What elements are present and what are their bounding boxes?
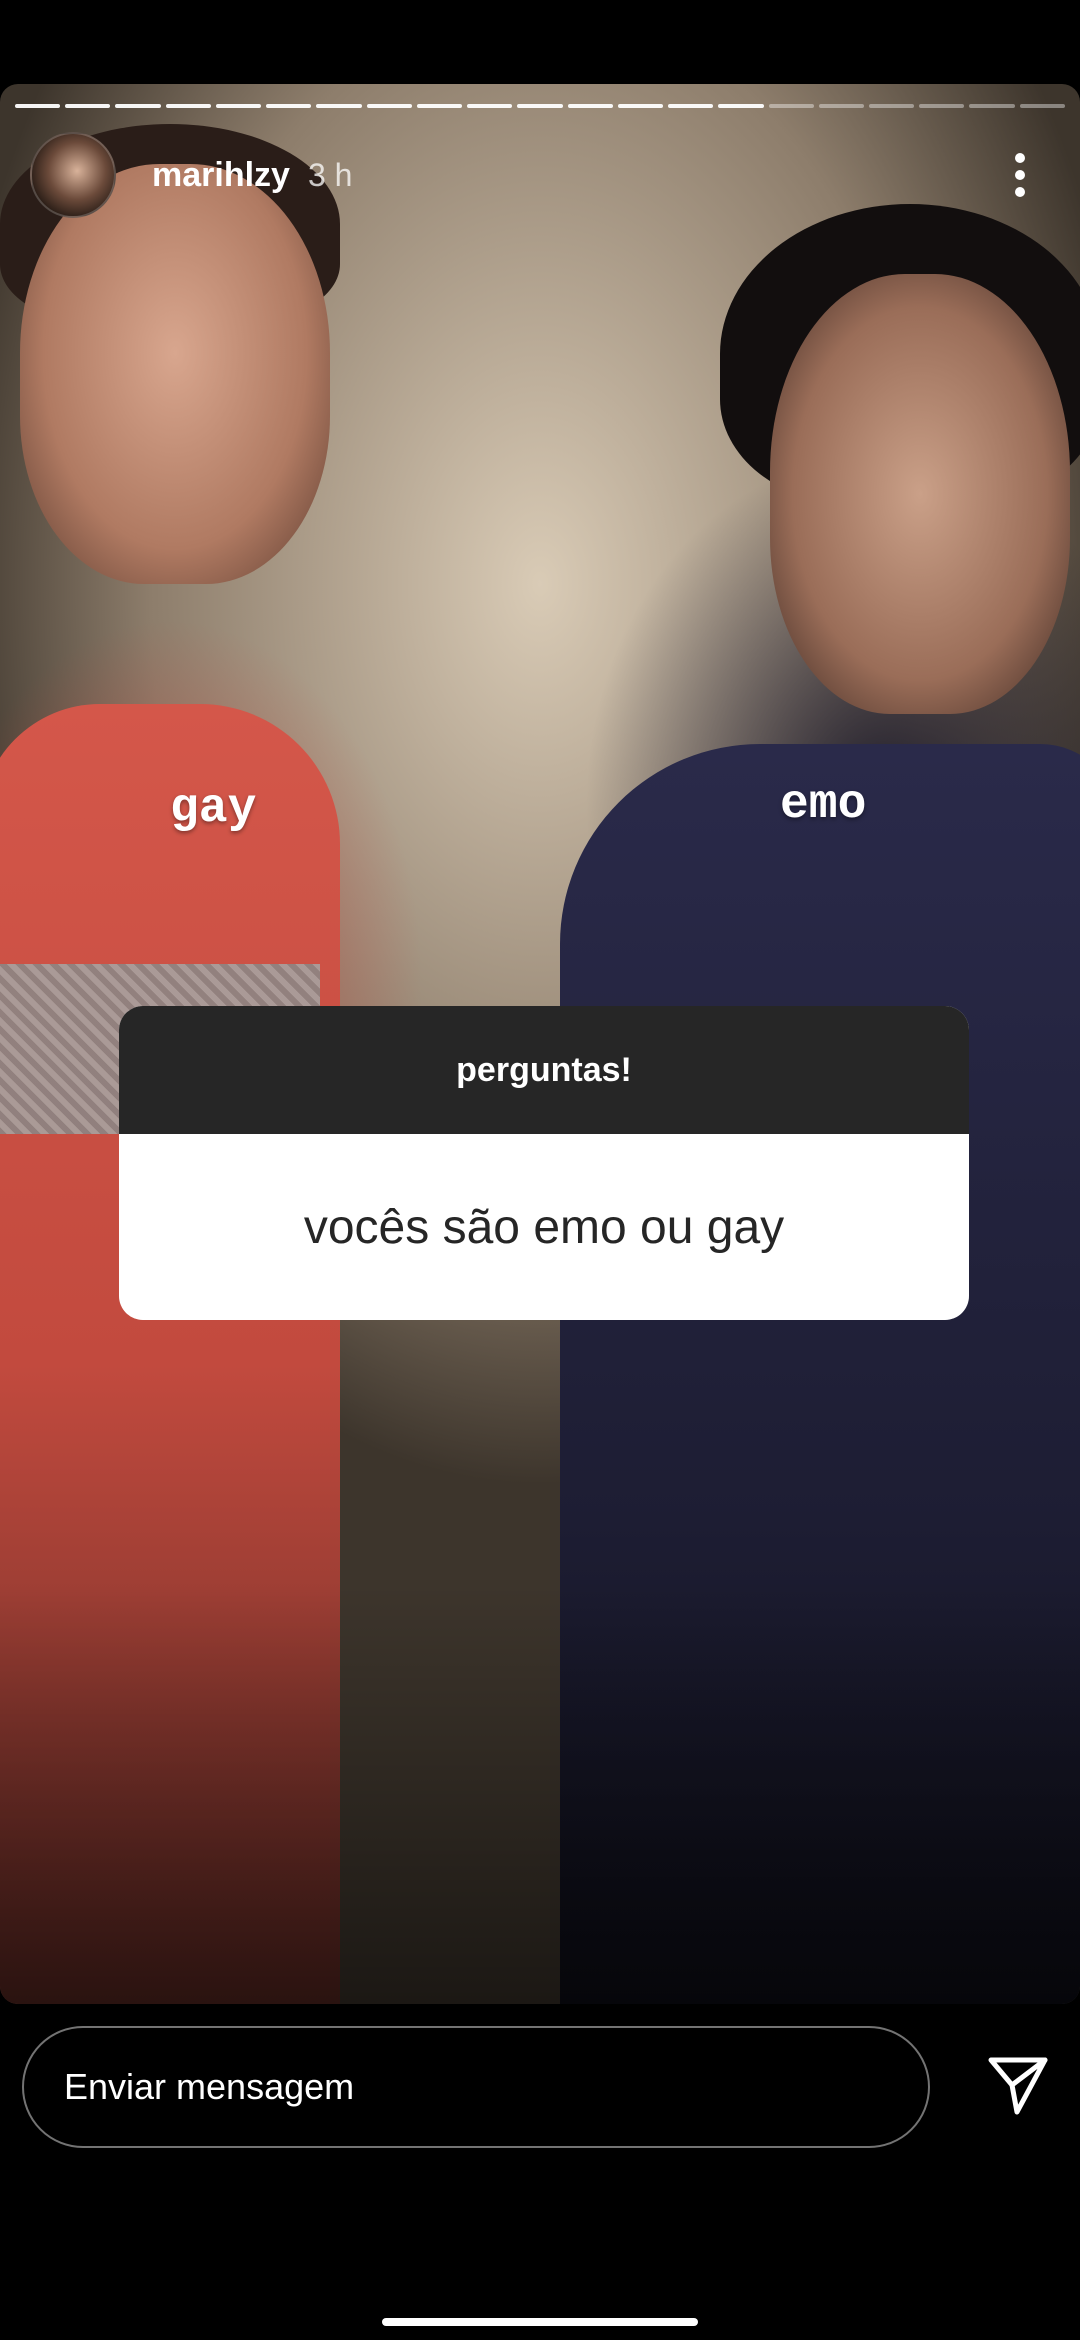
progress-segment (165, 104, 211, 108)
send-button[interactable] (985, 2052, 1051, 2118)
progress-segment (768, 104, 814, 108)
progress-segment (366, 104, 412, 108)
progress-segment (115, 104, 161, 108)
avatar[interactable] (30, 132, 116, 218)
send-icon (988, 2057, 1048, 2115)
progress-segment (416, 104, 463, 108)
more-options-button[interactable] (990, 145, 1050, 205)
story-progress-bar (15, 104, 1065, 108)
story-header: marihlzy 3 h (30, 132, 1050, 218)
post-time: 3 h (307, 156, 353, 193)
progress-segment (215, 104, 262, 108)
progress-segment (969, 104, 1015, 108)
photo-floor-shade (0, 1584, 1080, 2004)
send-message-input[interactable]: Enviar mensagem (22, 2026, 930, 2148)
text-sticker-emo: emo (780, 778, 867, 832)
question-sticker-text: vocês são emo ou gay (303, 1200, 785, 1254)
more-vertical-icon (1015, 153, 1025, 197)
photo-person-right-head (770, 274, 1070, 714)
progress-segment (668, 104, 714, 108)
progress-segment (919, 104, 965, 108)
progress-segment (15, 104, 61, 108)
progress-segment (617, 104, 664, 108)
send-message-placeholder: Enviar mensagem (64, 2066, 355, 2107)
progress-segment (266, 104, 312, 108)
progress-segment (316, 104, 362, 108)
progress-segment (1019, 104, 1065, 108)
progress-segment (567, 104, 613, 108)
question-sticker[interactable]: perguntas! vocês são emo ou gay (119, 1006, 969, 1320)
question-sticker-title: perguntas! (119, 1006, 969, 1134)
progress-segment (868, 104, 915, 108)
photo-person-left-head (20, 164, 330, 584)
progress-segment (65, 104, 111, 108)
progress-segment (517, 104, 563, 108)
progress-segment (467, 104, 513, 108)
text-sticker-gay: gay (170, 782, 257, 836)
home-indicator[interactable] (382, 2318, 698, 2326)
username[interactable]: marihlzy (152, 156, 290, 195)
progress-segment (818, 104, 864, 108)
progress-segment (718, 104, 764, 108)
